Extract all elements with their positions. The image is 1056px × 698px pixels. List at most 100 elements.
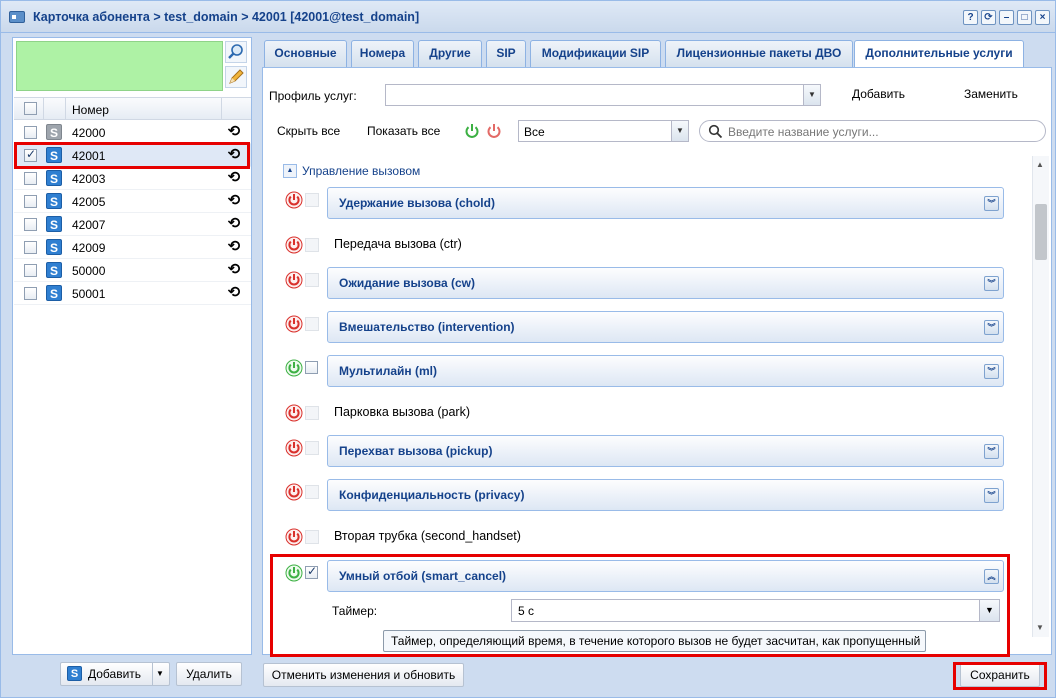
- service-panel[interactable]: Конфиденциальность (privacy) ︾: [327, 479, 1004, 511]
- subscriber-row[interactable]: S 42007 ⟲: [14, 213, 251, 236]
- revert-and-refresh-button[interactable]: Отменить изменения и обновить: [263, 663, 464, 687]
- service-checkbox[interactable]: [305, 485, 319, 499]
- service-search-input[interactable]: Введите название услуги...: [699, 120, 1046, 142]
- row-checkbox[interactable]: [24, 287, 37, 300]
- power-off-filter-icon[interactable]: [485, 122, 503, 140]
- close-button[interactable]: ×: [1035, 10, 1050, 25]
- row-checkbox[interactable]: [24, 218, 37, 231]
- row-checkbox[interactable]: [24, 195, 37, 208]
- service-checkbox[interactable]: [305, 441, 319, 455]
- tab-basic[interactable]: Основные: [264, 40, 347, 67]
- service-checkbox[interactable]: [305, 193, 319, 207]
- subscriber-card-window: Карточка абонента > test_domain > 42001 …: [0, 0, 1056, 698]
- power-off-icon[interactable]: [285, 528, 303, 546]
- tab-sip[interactable]: SIP: [486, 40, 526, 67]
- help-button[interactable]: ?: [963, 10, 978, 25]
- history-icon[interactable]: ⟲: [226, 193, 242, 209]
- minimize-button[interactable]: –: [999, 10, 1014, 25]
- subscriber-type-icon: S: [46, 124, 62, 140]
- status-area: [16, 41, 223, 91]
- history-icon[interactable]: ⟲: [226, 262, 242, 278]
- add-subscriber-button[interactable]: S Добавить ▼: [60, 662, 170, 686]
- subscriber-row[interactable]: S 42009 ⟲: [14, 236, 251, 259]
- maximize-button[interactable]: □: [1017, 10, 1032, 25]
- tab-other[interactable]: Другие: [418, 40, 482, 67]
- row-checkbox[interactable]: [24, 126, 37, 139]
- subscriber-row[interactable]: S 42005 ⟲: [14, 190, 251, 213]
- service-title: Перехват вызова (pickup): [339, 444, 493, 458]
- service-checkbox[interactable]: [305, 273, 319, 287]
- show-all-button[interactable]: Показать все: [367, 124, 440, 138]
- services-scrollbar[interactable]: ▲ ▼: [1032, 156, 1049, 637]
- service-panel[interactable]: Перехват вызова (pickup) ︾: [327, 435, 1004, 467]
- expand-down-icon[interactable]: ︾: [984, 488, 999, 503]
- power-on-icon[interactable]: [285, 359, 303, 377]
- tab-license-packages[interactable]: Лицензионные пакеты ДВО: [665, 40, 853, 67]
- power-off-icon[interactable]: [285, 236, 303, 254]
- history-icon[interactable]: ⟲: [226, 124, 242, 140]
- row-checkbox[interactable]: [24, 264, 37, 277]
- expand-down-icon[interactable]: ︾: [984, 320, 999, 335]
- service-checkbox[interactable]: [305, 238, 319, 252]
- service-checkbox[interactable]: [305, 406, 319, 420]
- service-checkbox[interactable]: [305, 317, 319, 331]
- expand-down-icon[interactable]: ︾: [984, 364, 999, 379]
- service-panel[interactable]: Ожидание вызова (cw) ︾: [327, 267, 1004, 299]
- profile-label: Профиль услуг:: [269, 89, 357, 103]
- power-off-icon[interactable]: [285, 439, 303, 457]
- tab-additional-services[interactable]: Дополнительные услуги: [854, 40, 1024, 68]
- scroll-up-icon[interactable]: ▲: [1036, 160, 1044, 169]
- chevron-down-icon[interactable]: ▼: [671, 121, 688, 141]
- delete-subscriber-button[interactable]: Удалить: [176, 662, 242, 686]
- service-title: Мультилайн (ml): [339, 364, 437, 378]
- subscriber-row[interactable]: S 50000 ⟲: [14, 259, 251, 282]
- window-title: Карточка абонента > test_domain > 42001 …: [33, 10, 420, 24]
- power-off-icon[interactable]: [285, 483, 303, 501]
- service-checkbox[interactable]: [305, 361, 318, 374]
- service-panel[interactable]: Вмешательство (intervention) ︾: [327, 311, 1004, 343]
- service-title: Конфиденциальность (privacy): [339, 488, 525, 502]
- tab-sip-modifications[interactable]: Модификации SIP: [530, 40, 661, 67]
- add-profile-button[interactable]: Добавить: [852, 87, 905, 101]
- select-all-checkbox[interactable]: [24, 102, 37, 115]
- expand-down-icon[interactable]: ︾: [984, 444, 999, 459]
- scroll-thumb[interactable]: [1035, 204, 1047, 260]
- search-button[interactable]: [225, 41, 247, 63]
- tab-numbers[interactable]: Номера: [351, 40, 414, 67]
- expand-down-icon[interactable]: ︾: [984, 276, 999, 291]
- edit-button[interactable]: [225, 66, 247, 88]
- subscriber-number: 42009: [72, 241, 106, 255]
- history-icon[interactable]: ⟲: [226, 239, 242, 255]
- profile-select[interactable]: ▼: [385, 84, 821, 106]
- replace-profile-button[interactable]: Заменить: [964, 87, 1018, 101]
- service-panel[interactable]: Мультилайн (ml) ︾: [327, 355, 1004, 387]
- number-column-header[interactable]: Номер: [72, 103, 109, 117]
- history-icon[interactable]: ⟲: [226, 285, 242, 301]
- title-bar[interactable]: Карточка абонента > test_domain > 42001 …: [1, 1, 1055, 33]
- power-off-icon[interactable]: [285, 315, 303, 333]
- row-checkbox[interactable]: [24, 172, 37, 185]
- service-checkbox[interactable]: [305, 530, 319, 544]
- collapse-group-icon[interactable]: ▲: [283, 164, 297, 178]
- subscriber-row[interactable]: S 42003 ⟲: [14, 167, 251, 190]
- history-icon[interactable]: ⟲: [226, 216, 242, 232]
- power-off-icon[interactable]: [285, 191, 303, 209]
- row-checkbox[interactable]: [24, 241, 37, 254]
- subscriber-row[interactable]: S 42000 ⟲: [14, 121, 251, 144]
- dropdown-arrow-icon[interactable]: ▼: [156, 663, 164, 685]
- expand-down-icon[interactable]: ︾: [984, 196, 999, 211]
- refresh-button[interactable]: ⟳: [981, 10, 996, 25]
- power-off-icon[interactable]: [285, 404, 303, 422]
- subscriber-row[interactable]: S 50001 ⟲: [14, 282, 251, 305]
- pencil-icon: [229, 69, 244, 84]
- service-panel[interactable]: Удержание вызова (chold) ︾: [327, 187, 1004, 219]
- power-on-filter-icon[interactable]: [463, 122, 481, 140]
- history-icon[interactable]: ⟲: [226, 170, 242, 186]
- subscriber-number: 50000: [72, 264, 106, 278]
- scroll-down-icon[interactable]: ▼: [1036, 623, 1044, 632]
- collapse-all-button[interactable]: Скрыть все: [277, 124, 340, 138]
- filter-select[interactable]: Все ▼: [518, 120, 689, 142]
- subscriber-number: 42007: [72, 218, 106, 232]
- power-off-icon[interactable]: [285, 271, 303, 289]
- chevron-down-icon[interactable]: ▼: [803, 85, 820, 105]
